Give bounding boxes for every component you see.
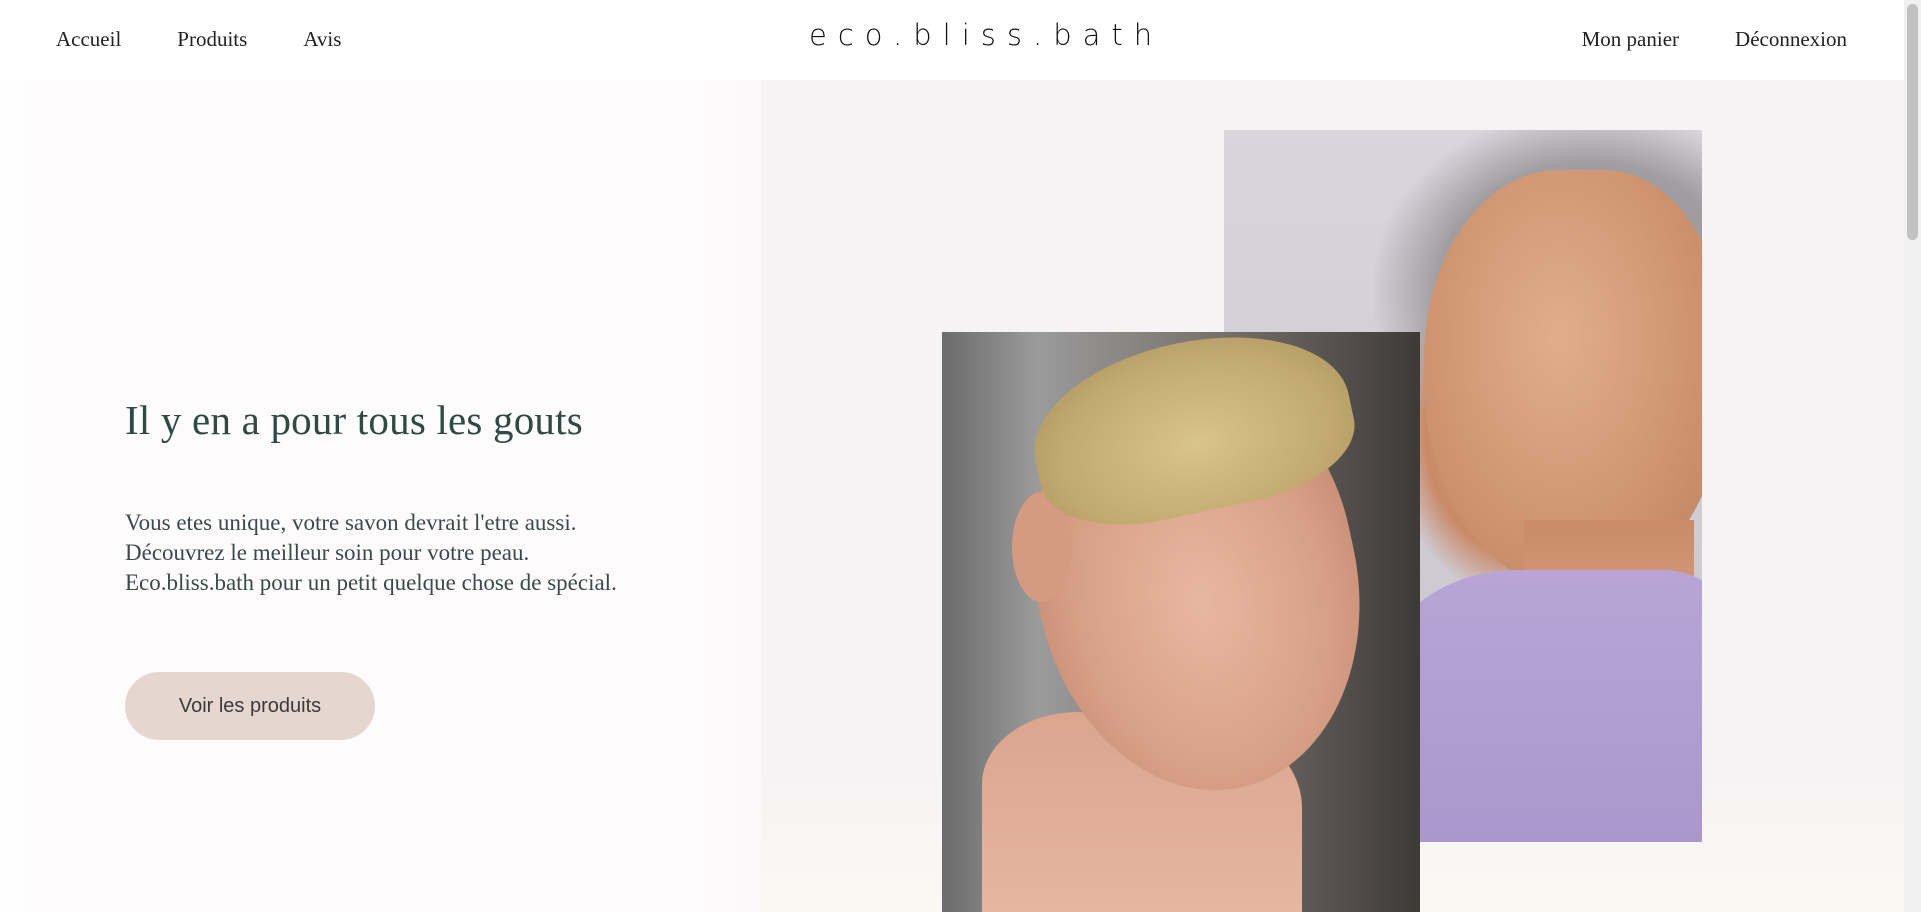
hero-description-line: Découvrez le meilleur soin pour votre pe… — [125, 540, 530, 565]
voir-les-produits-button[interactable]: Voir les produits — [125, 672, 375, 740]
site-header: Accueil Produits Avis eco.bliss.bath Mon… — [0, 0, 1904, 80]
hero-text-panel — [0, 80, 761, 912]
nav-link-accueil[interactable]: Accueil — [56, 27, 121, 52]
main-navigation: Accueil Produits Avis — [56, 27, 397, 52]
hero-description: Vous etes unique, votre savon devrait l'… — [125, 508, 617, 598]
nav-link-mon-panier[interactable]: Mon panier — [1582, 27, 1679, 52]
young-man-photo — [942, 332, 1420, 912]
nav-link-avis[interactable]: Avis — [303, 27, 341, 52]
account-navigation: Mon panier Déconnexion — [1526, 27, 1847, 52]
photo-sweater-shape — [1374, 570, 1702, 842]
hero-title: Il y en a pour tous les gouts — [125, 397, 583, 443]
nav-link-produits[interactable]: Produits — [177, 27, 247, 52]
page-scrollbar[interactable] — [1904, 0, 1921, 912]
hero-description-line: Vous etes unique, votre savon devrait l'… — [125, 510, 577, 535]
scrollbar-thumb[interactable] — [1907, 4, 1918, 240]
nav-link-deconnexion[interactable]: Déconnexion — [1735, 27, 1847, 52]
hero-description-line: Eco.bliss.bath pour un petit quelque cho… — [125, 570, 617, 595]
site-logo[interactable]: eco.bliss.bath — [809, 18, 1163, 52]
